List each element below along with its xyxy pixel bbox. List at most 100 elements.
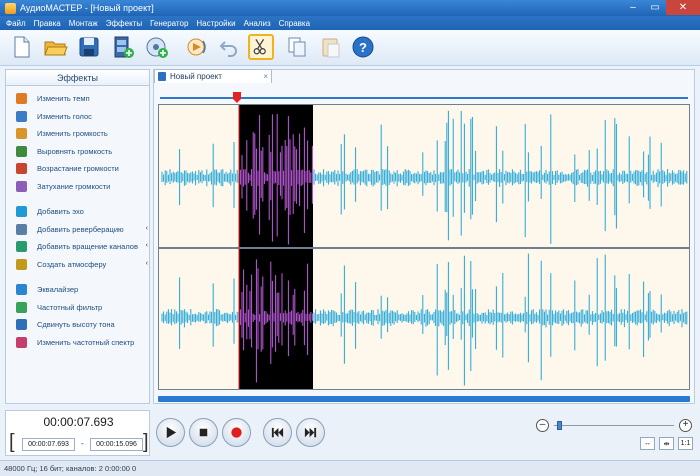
submenu-arrow-icon: ‹ (145, 242, 148, 249)
submenu-arrow-icon: ‹ (145, 259, 148, 267)
tab-close-icon[interactable]: × (263, 72, 268, 81)
record-icon (231, 427, 242, 438)
save-button[interactable] (76, 34, 102, 60)
effect-item[interactable]: Затухание громкости (6, 178, 149, 196)
bracket-left: [ (9, 431, 15, 453)
close-button[interactable]: ✕ (666, 0, 700, 15)
menu-generator[interactable]: Генератор (150, 19, 188, 28)
open-folder-icon (44, 41, 68, 56)
effect-label: Изменить темп (37, 94, 90, 104)
selection-start-field[interactable]: 00:00:07.693 (22, 438, 75, 451)
zoom-slider-thumb[interactable] (557, 421, 563, 430)
effect-item[interactable]: Выровнять громкость (6, 143, 149, 161)
waveform-view[interactable] (158, 104, 690, 390)
reverb-icon (16, 223, 27, 235)
effect-item[interactable]: Добавить эхо (6, 203, 149, 221)
new-file-button[interactable] (8, 34, 34, 60)
effect-label: Частотный фильтр (37, 302, 103, 312)
pitch-shift-icon (16, 319, 27, 331)
current-time: 00:00:07.693 (43, 415, 114, 429)
actual-size-button[interactable]: 1:1 (678, 437, 693, 450)
zoom-control: – + (536, 418, 694, 434)
play-icon (166, 426, 177, 439)
help-icon: ? (352, 36, 374, 58)
paste-button[interactable] (318, 34, 344, 60)
waveform-canvas[interactable] (159, 105, 690, 390)
effects-list: Изменить темп Изменить голос Изменить гром… (6, 86, 149, 351)
voice-icon (16, 110, 27, 122)
fast-forward-icon (304, 427, 317, 438)
fit-width-button[interactable]: ↔ (640, 437, 655, 450)
fade-in-icon (16, 163, 27, 175)
rewind-button[interactable] (263, 418, 292, 447)
selection-end-field[interactable]: 00:00:15.096 (90, 438, 143, 451)
menu-file[interactable]: Файл (6, 19, 26, 28)
effect-label: Создать атмосферу (37, 259, 107, 269)
normalize-icon (16, 145, 27, 157)
zoom-out-button[interactable]: – (536, 419, 549, 432)
open-button[interactable] (42, 34, 68, 60)
tab-new-project[interactable]: Новый проект × (154, 69, 272, 83)
submenu-arrow-icon: ‹ (145, 224, 148, 232)
effect-item[interactable]: Сдвинуть высоту тона (6, 316, 149, 334)
effect-label: Изменить голос (37, 111, 92, 121)
spectrum-icon (16, 336, 27, 348)
echo-icon (16, 206, 27, 218)
menu-bar: Файл Правка Монтаж Эффекты Генератор Нас… (0, 16, 700, 30)
maximize-button[interactable]: ▭ (644, 0, 666, 15)
menu-effects[interactable]: Эффекты (106, 19, 142, 28)
window-controls: – ▭ ✕ (622, 0, 700, 16)
effect-item[interactable]: Возрастание громкости (6, 160, 149, 178)
effect-label: Добавить эхо (37, 207, 84, 217)
equalizer-icon (16, 284, 27, 296)
effect-item[interactable]: Эквалайзер (6, 281, 149, 299)
add-video-button[interactable] (110, 34, 136, 60)
cut-icon (253, 39, 266, 55)
selection-dash: - (81, 439, 84, 448)
effect-label: Добавить вращение каналов (37, 242, 138, 252)
effect-item[interactable]: Изменить громкость (6, 125, 149, 143)
play-button[interactable] (156, 418, 185, 447)
copy-button[interactable] (284, 34, 310, 60)
status-bar: 48000 Гц; 16 бит; каналов: 2 0:00:00 0 (0, 460, 700, 476)
minimize-button[interactable]: – (622, 0, 644, 15)
effect-label: Добавить реверберацию (37, 224, 124, 234)
record-button[interactable] (222, 418, 251, 447)
effect-item[interactable]: Добавить реверберацию ‹ (6, 221, 149, 239)
menu-help[interactable]: Справка (279, 19, 310, 28)
menu-montage[interactable]: Монтаж (69, 19, 98, 28)
effect-item[interactable]: Создать атмосферу ‹ (6, 256, 149, 274)
stop-button[interactable] (189, 418, 218, 447)
new-file-icon (14, 36, 30, 58)
atmosphere-icon (16, 258, 27, 270)
menu-analysis[interactable]: Анализ (244, 19, 271, 28)
zoom-in-button[interactable]: + (679, 419, 692, 432)
effects-panel-title: Эффекты (6, 70, 149, 86)
effect-item[interactable]: Изменить темп (6, 90, 149, 108)
playback-button[interactable] (184, 34, 210, 60)
zoom-slider-track[interactable] (554, 425, 674, 426)
save-disk-icon (79, 37, 99, 57)
undo-button[interactable] (216, 34, 242, 60)
effect-item[interactable]: Изменить частотный спектр (6, 334, 149, 352)
menu-settings[interactable]: Настройки (196, 19, 235, 28)
frequency-filter-icon (16, 301, 27, 313)
transport-controls (156, 418, 328, 452)
fast-forward-button[interactable] (296, 418, 325, 447)
cut-button[interactable] (248, 34, 274, 60)
horizontal-scrollbar[interactable] (158, 396, 690, 402)
effect-label: Возрастание громкости (37, 164, 119, 174)
project-file-icon (158, 72, 166, 81)
volume-icon (16, 128, 27, 140)
help-button[interactable]: ? (350, 34, 376, 60)
effect-item[interactable]: Добавить вращение каналов ‹ (6, 238, 149, 256)
add-audio-button[interactable] (144, 34, 170, 60)
window-title: АудиоМАСТЕР - [Новый проект] (20, 3, 154, 13)
menu-edit[interactable]: Правка (34, 19, 61, 28)
effect-label: Изменить частотный спектр (37, 337, 135, 347)
effect-item[interactable]: Частотный фильтр (6, 299, 149, 317)
effect-item[interactable]: Изменить голос (6, 108, 149, 126)
fit-selection-button[interactable]: ⇹ (659, 437, 674, 450)
view-buttons: ↔ ⇹ 1:1 (640, 437, 693, 450)
tab-label: Новый проект (170, 72, 222, 81)
